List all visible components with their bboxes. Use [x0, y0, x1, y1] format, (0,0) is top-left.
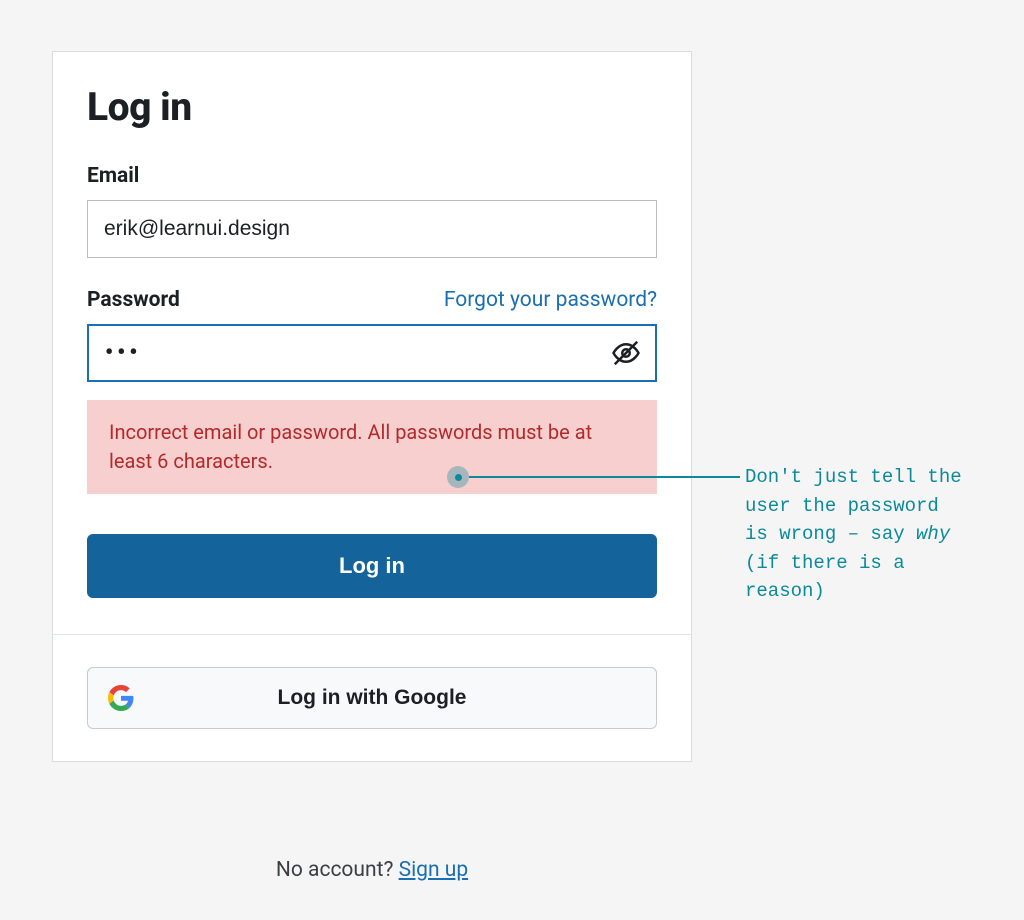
- annotation-line: Don't just tell the: [745, 463, 1005, 492]
- google-button-label: Log in with Google: [278, 686, 467, 710]
- google-login-button[interactable]: Log in with Google: [87, 667, 657, 729]
- email-label: Email: [87, 164, 657, 188]
- annotation-line: (if there is a: [745, 549, 1005, 578]
- password-field-group: Password Forgot your password? •••: [87, 288, 657, 382]
- forgot-password-link[interactable]: Forgot your password?: [444, 288, 657, 312]
- toggle-password-visibility-button[interactable]: [609, 336, 643, 370]
- email-field-group: Email: [87, 164, 657, 258]
- signup-row: No account? Sign up: [52, 858, 692, 882]
- annotation-line: reason): [745, 577, 1005, 606]
- eye-off-icon: [611, 338, 641, 368]
- password-label: Password: [87, 288, 180, 312]
- annotation-line: user the password: [745, 492, 1005, 521]
- password-input-wrapper: •••: [87, 324, 657, 382]
- login-card: Log in Email Password Forgot your passwo…: [52, 51, 692, 762]
- annotation-line: is wrong – say why: [745, 520, 1005, 549]
- password-input[interactable]: [87, 324, 657, 382]
- password-label-row: Password Forgot your password?: [87, 288, 657, 312]
- signup-link[interactable]: Sign up: [399, 858, 469, 882]
- annotation-text: Don't just tell the user the password is…: [745, 463, 1005, 606]
- error-message: Incorrect email or password. All passwor…: [87, 400, 657, 494]
- signup-prefix: No account?: [276, 858, 399, 882]
- annotation-pointer-dot: [447, 466, 469, 488]
- login-card-main: Log in Email Password Forgot your passwo…: [53, 52, 691, 634]
- login-card-footer: Log in with Google: [53, 634, 691, 761]
- email-input[interactable]: [87, 200, 657, 258]
- page-title: Log in: [87, 84, 657, 130]
- google-icon: [108, 685, 134, 711]
- login-button[interactable]: Log in: [87, 534, 657, 598]
- annotation-pointer-line: [469, 476, 740, 478]
